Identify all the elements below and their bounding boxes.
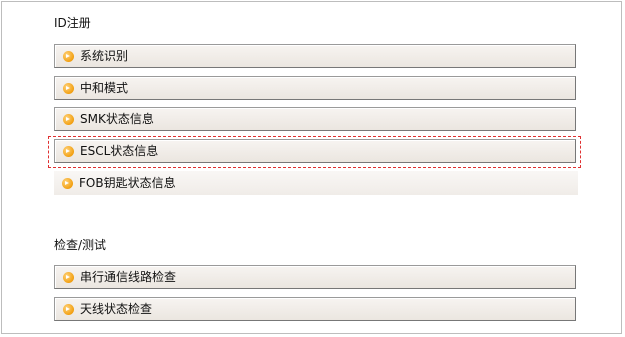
menu-button-label: SMK状态信息 [80, 112, 154, 126]
section-title-id-registration: ID注册 [54, 16, 91, 30]
menu-button-label: 天线状态检查 [80, 302, 153, 316]
arrow-right-icon [62, 177, 73, 189]
menu-button-smk-status[interactable]: SMK状态信息 [54, 107, 576, 131]
arrow-right-icon [63, 113, 74, 125]
menu-button-system-identification[interactable]: 系统识别 [54, 44, 576, 68]
menu-button-label: FOB钥匙状态信息 [79, 176, 176, 190]
menu-button-escl-status[interactable]: ESCL状态信息 [54, 139, 576, 163]
menu-button-serial-line-check[interactable]: 串行通信线路检查 [54, 265, 576, 289]
arrow-right-icon [63, 271, 74, 283]
menu-button-neutral-mode[interactable]: 中和模式 [54, 76, 576, 100]
menu-button-label: 系统识别 [80, 49, 129, 63]
menu-button-antenna-status-check[interactable]: 天线状态检查 [54, 297, 576, 321]
menu-button-label: ESCL状态信息 [80, 144, 159, 158]
arrow-right-icon [63, 50, 74, 62]
section-title-check-test: 检查/测试 [54, 238, 107, 252]
menu-button-fob-key-status[interactable]: FOB钥匙状态信息 [54, 171, 578, 195]
arrow-right-icon [63, 82, 74, 94]
arrow-right-icon [63, 145, 74, 157]
menu-button-label: 串行通信线路检查 [80, 270, 177, 284]
menu-button-label: 中和模式 [80, 81, 129, 95]
panel-frame: ID注册 系统识别 中和模式 SMK状态信息 ESCL状态信息 FOB钥匙状态信… [1, 1, 622, 334]
arrow-right-icon [63, 303, 74, 315]
